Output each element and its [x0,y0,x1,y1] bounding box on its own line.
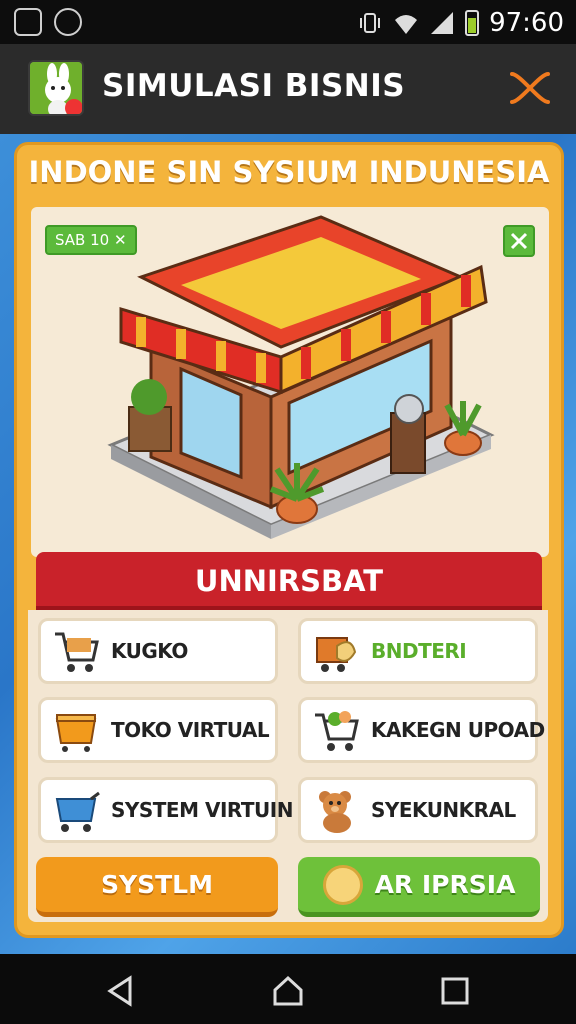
menu-item-label: TOKO VIRTUAL [111,718,270,742]
recent-apps-icon[interactable] [438,974,472,1008]
navigation-bar [0,954,576,1024]
speedometer-icon [54,8,82,36]
systlm-button[interactable]: SYSTLM [36,857,278,917]
menu-item-label: KAKEGN UPOAD [371,718,545,742]
status-bar: 97:60 [0,0,576,44]
back-icon[interactable] [104,974,138,1008]
level-badge: SAΒ 10 ✕ [45,225,137,255]
menu-item-syekunkral[interactable]: SYEKUNKRAL [298,777,538,843]
vegetable-cart-icon [315,711,359,751]
orange-crate-icon [55,714,97,752]
warehouse-cart-icon [316,637,357,672]
signal-icon [431,12,454,34]
bear-icon [319,791,351,833]
scene-close-button[interactable] [503,225,535,257]
vibrate-icon [360,13,381,33]
close-icon [510,232,528,250]
menu-item-bndteri[interactable]: BNDTERI [298,618,538,684]
storefront-illustration [107,215,495,539]
shop-scene: SAΒ 10 ✕ [31,207,549,557]
menu-item-kugko[interactable]: KUGKO [38,618,278,684]
coin-icon [322,864,363,905]
close-icon[interactable] [506,64,554,112]
menu-header-text: UNNIRSBAT [194,564,384,598]
blue-cart-icon [55,791,100,832]
wifi-icon [395,15,418,34]
clock: 97:60 [489,8,564,38]
menu-item-label: SYEKUNKRAL [371,798,516,822]
panel-title: INDONE SIN SYSIUM INDUNESIA [28,155,550,189]
level-badge-text: SAΒ 10 [55,231,110,249]
home-icon[interactable] [271,974,305,1008]
systlm-button-label: SYSTLM [101,870,213,899]
app-logo-bunny-icon [28,60,84,116]
android-debug-icon [14,8,42,36]
ar-iprsia-button[interactable]: AR IPRSIA [298,857,540,917]
close-icon: ✕ [114,231,127,249]
menu-item-label: KUGKO [111,639,188,663]
battery-icon [465,10,480,36]
menu-item-label: SYSTEM VIRTUIN [111,798,293,822]
app-title: SIMULASI BISNIS [102,68,406,104]
menu-item-toko-virtual[interactable]: TOKO VIRTUAL [38,697,278,763]
ar-iprsia-button-label: AR IPRSIA [374,870,516,899]
menu-header: UNNIRSBAT [36,552,542,610]
menu-item-kakegn-upoad[interactable]: KAKEGN UPOAD [298,697,545,763]
app-bar: SIMULASI BISNIS [0,44,576,134]
menu-item-label: BNDTERI [371,639,467,663]
shopping-cart-icon [55,632,99,672]
menu-item-system-virtuin[interactable]: SYSTEM VIRTUIN [38,777,293,843]
